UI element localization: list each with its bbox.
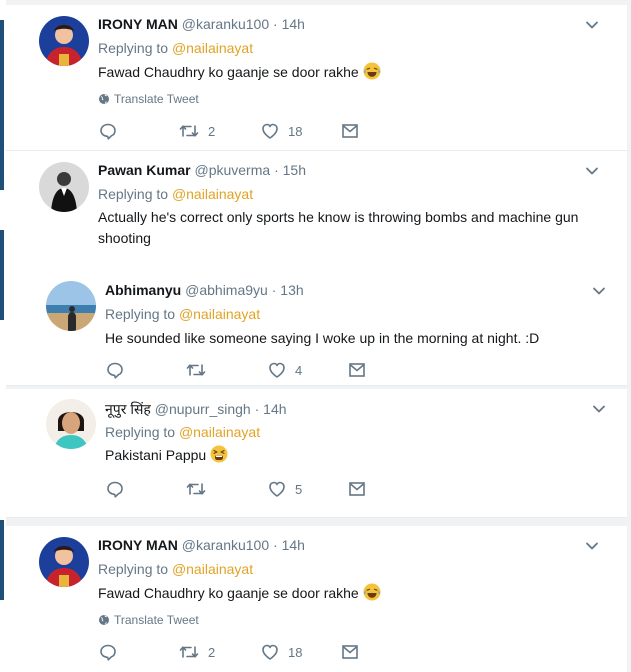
tweet[interactable]: IRONY MAN @karanku100 · 14h Replying to … [6, 5, 627, 151]
tweet-text: Actually he's correct only sports he kno… [98, 209, 579, 246]
reply-icon [98, 642, 118, 662]
display-name[interactable]: Pawan Kumar [98, 162, 191, 178]
mention-link[interactable]: @nailainayat [179, 306, 260, 322]
user-handle[interactable]: @abhima9yu [185, 282, 268, 298]
chevron-down-icon[interactable] [584, 538, 600, 554]
mention-link[interactable]: @nailainayat [172, 40, 253, 56]
like-button[interactable]: 4 [267, 360, 302, 380]
direct-message-button[interactable] [340, 642, 360, 662]
like-button[interactable]: 18 [260, 642, 302, 662]
replying-to-label: Replying to [98, 40, 169, 56]
avatar[interactable] [46, 281, 96, 331]
like-count: 5 [295, 481, 303, 497]
retweet-count: 2 [208, 644, 216, 660]
tweet[interactable]: Pawan Kumar @pkuverma · 15h Replying to … [6, 151, 627, 386]
direct-message-button[interactable] [347, 360, 367, 380]
reply-button[interactable] [105, 360, 125, 380]
user-handle[interactable]: @nupurr_singh [155, 401, 251, 417]
separator-dot: · [273, 16, 278, 32]
reply-button[interactable] [105, 479, 125, 499]
retweet-button[interactable] [185, 360, 207, 380]
separator-dot: · [274, 162, 279, 178]
separator-dot: · [254, 401, 260, 417]
tweet-text: He sounded like someone saying I woke up… [105, 330, 540, 346]
separator-dot: · [273, 537, 278, 553]
display-name[interactable]: नूपुर सिंह [105, 401, 151, 417]
like-count: 18 [288, 123, 303, 139]
globe-icon [98, 93, 110, 105]
mention-link[interactable]: @nailainayat [179, 424, 260, 440]
chevron-down-icon[interactable] [591, 401, 607, 417]
avatar[interactable] [39, 537, 89, 587]
nested-reply[interactable]: Abhimanyu @abhima9yu · 13h Replying to @… [6, 271, 627, 385]
retweet-button[interactable]: 2 [178, 121, 215, 141]
translate-tweet-link[interactable]: Translate Tweet [98, 613, 199, 627]
like-button[interactable]: 18 [260, 121, 302, 141]
timestamp[interactable]: 15h [283, 162, 306, 178]
direct-message-button[interactable] [340, 121, 360, 141]
user-handle[interactable]: @pkuverma [194, 162, 270, 178]
reply-icon [98, 121, 118, 141]
message-icon [347, 360, 367, 380]
retweet-icon [178, 121, 200, 141]
direct-message-button[interactable] [347, 479, 367, 499]
timestamp[interactable]: 14h [282, 16, 305, 32]
like-count: 18 [288, 644, 303, 660]
replying-to-label: Replying to [98, 561, 169, 577]
like-icon [260, 642, 280, 662]
reply-button[interactable] [98, 121, 118, 141]
chevron-down-icon[interactable] [584, 17, 600, 33]
retweet-icon [185, 360, 207, 380]
reply-icon [105, 479, 125, 499]
retweet-count: 2 [208, 123, 216, 139]
retweet-button[interactable]: 2 [178, 642, 215, 662]
reply-button[interactable] [98, 642, 118, 662]
tweet[interactable]: नूपुर सिंह @nupurr_singh · 14h Replying … [6, 389, 627, 518]
tweet-text: Pakistani Pappu [105, 445, 605, 466]
like-icon [260, 121, 280, 141]
tired-face-emoji-icon [210, 445, 228, 463]
avatar[interactable] [46, 399, 96, 449]
message-icon [347, 479, 367, 499]
timestamp[interactable]: 13h [280, 282, 303, 298]
user-handle[interactable]: @karanku100 [182, 537, 269, 553]
tweet-text: Fawad Chaudhry ko gaanje se door rakhe [98, 62, 598, 83]
avatar[interactable] [39, 16, 89, 66]
tweet[interactable]: IRONY MAN @karanku100 · 14h Replying to … [6, 526, 627, 672]
display-name[interactable]: Abhimanyu [105, 282, 181, 298]
reply-icon [105, 360, 125, 380]
replying-to-label: Replying to [105, 306, 176, 322]
message-icon [340, 642, 360, 662]
separator-dot: · [271, 282, 277, 298]
mention-link[interactable]: @nailainayat [172, 186, 253, 202]
like-icon [267, 479, 287, 499]
avatar[interactable] [39, 162, 89, 212]
retweet-icon [178, 642, 200, 662]
tweet-text: Fawad Chaudhry ko gaanje se door rakhe [98, 583, 598, 604]
chevron-down-icon[interactable] [584, 163, 600, 179]
timestamp[interactable]: 14h [263, 401, 286, 417]
globe-icon [98, 614, 110, 626]
retweet-icon [185, 479, 207, 499]
joy-emoji-icon [363, 62, 381, 80]
like-count: 4 [295, 362, 303, 378]
display-name[interactable]: IRONY MAN [98, 537, 178, 553]
replying-to-label: Replying to [105, 424, 176, 440]
chevron-down-icon[interactable] [591, 283, 607, 299]
like-button[interactable]: 5 [267, 479, 302, 499]
joy-emoji-icon [363, 583, 381, 601]
replying-to-label: Replying to [98, 186, 169, 202]
display-name[interactable]: IRONY MAN [98, 16, 178, 32]
mention-link[interactable]: @nailainayat [172, 561, 253, 577]
translate-tweet-link[interactable]: Translate Tweet [98, 92, 199, 106]
timestamp[interactable]: 14h [282, 537, 305, 553]
user-handle[interactable]: @karanku100 [182, 16, 269, 32]
retweet-button[interactable] [185, 479, 207, 499]
message-icon [340, 121, 360, 141]
like-icon [267, 360, 287, 380]
